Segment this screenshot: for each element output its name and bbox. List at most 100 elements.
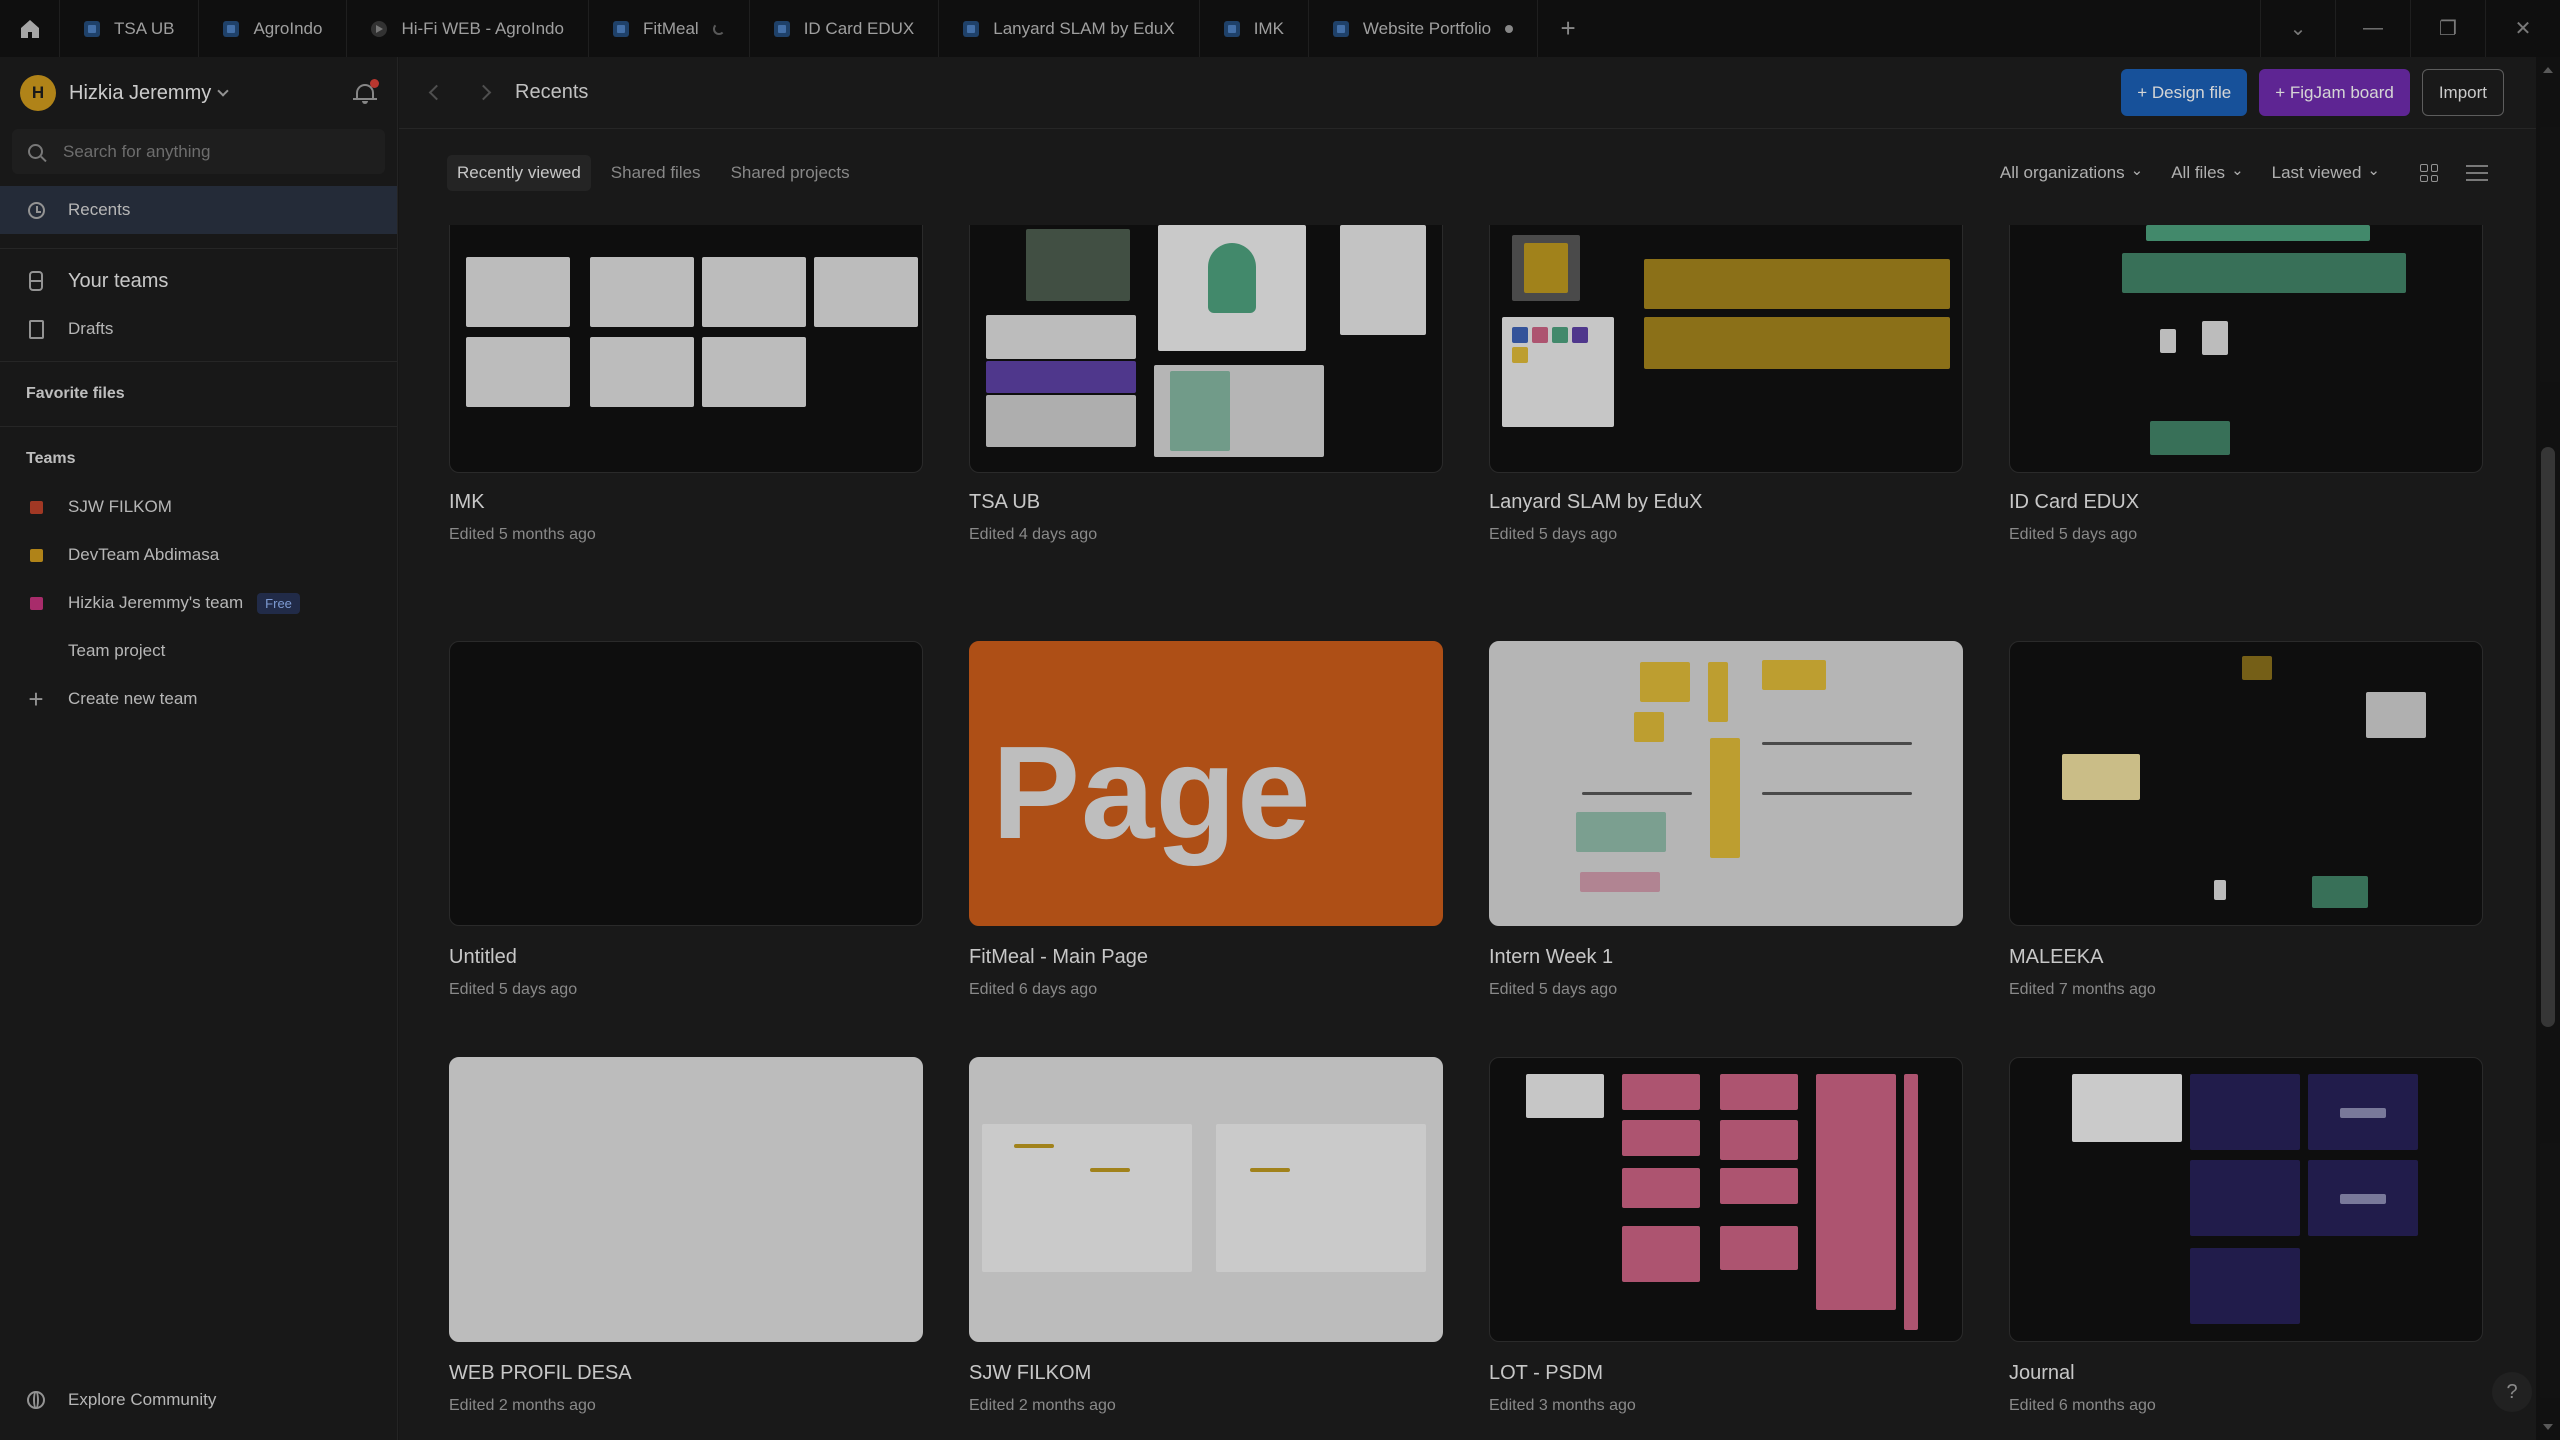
sidebar-item-team-project[interactable]: Team project xyxy=(0,627,397,675)
file-card[interactable]: Lanyard SLAM by EduX Edited 5 days ago xyxy=(1489,225,1963,641)
sort-dropdown[interactable]: Last viewed xyxy=(2272,163,2380,183)
file-edited-time: Edited 2 months ago xyxy=(449,1397,596,1414)
file-card[interactable]: SJW FILKOM Edited 2 months ago xyxy=(969,1057,1443,1440)
file-edited-time: Edited 7 months ago xyxy=(2009,981,2156,998)
sidebar-item-label: Your teams xyxy=(68,269,169,292)
file-card[interactable]: Intern Week 1 Edited 5 days ago xyxy=(1489,641,1963,1057)
tab-fitmeal[interactable]: FitMeal xyxy=(589,0,750,57)
sidebar-item-team-devteam-abdimasa[interactable]: DevTeam Abdimasa xyxy=(0,531,397,579)
file-card[interactable]: TSA UB Edited 4 days ago xyxy=(969,225,1443,641)
file-card[interactable]: IMK Edited 5 months ago xyxy=(449,225,923,641)
home-button[interactable] xyxy=(0,0,60,57)
filter-bar: Recently viewed Shared files Shared proj… xyxy=(399,129,2536,217)
globe-icon xyxy=(27,1391,45,1409)
file-title: MALEEKA xyxy=(2009,946,2104,968)
question-mark-icon: ? xyxy=(2506,1380,2518,1403)
minimize-button[interactable]: — xyxy=(2335,0,2410,57)
sidebar-item-label: Hizkia Jeremmy's team xyxy=(68,593,244,612)
sidebar-item-drafts[interactable]: Drafts xyxy=(0,305,397,353)
tab-list-dropdown[interactable]: ⌄ xyxy=(2260,0,2335,57)
tab-imk[interactable]: IMK xyxy=(1200,0,1309,57)
tab-recently-viewed[interactable]: Recently viewed xyxy=(447,155,591,191)
plus-icon: + xyxy=(28,684,44,714)
organizations-dropdown[interactable]: All organizations xyxy=(2000,163,2143,183)
file-card[interactable]: Untitled Edited 5 days ago xyxy=(449,641,923,1057)
file-title: Untitled xyxy=(449,946,517,968)
explore-community-link[interactable]: Explore Community xyxy=(0,1376,397,1424)
tab-label: IMK xyxy=(1253,18,1284,38)
team-color-swatch xyxy=(29,596,43,610)
file-title: SJW FILKOM xyxy=(969,1362,1092,1384)
sidebar-item-team-sjw-filkom[interactable]: SJW FILKOM xyxy=(0,483,397,531)
scrollbar[interactable] xyxy=(2536,57,2560,1440)
unsaved-dot-icon xyxy=(1505,24,1514,33)
restore-button[interactable]: ❐ xyxy=(2410,0,2485,57)
file-card[interactable]: ID Card EDUX Edited 5 days ago xyxy=(2009,225,2483,641)
favorite-files-heading[interactable]: Favorite files xyxy=(0,370,397,418)
tab-shared-files[interactable]: Shared files xyxy=(601,155,711,191)
back-arrow-icon[interactable] xyxy=(428,84,445,101)
files-filter-dropdown[interactable]: All files xyxy=(2171,163,2243,183)
new-tab-button[interactable]: + xyxy=(1538,0,1598,57)
file-title: ID Card EDUX xyxy=(2009,491,2140,513)
teams-heading: Teams xyxy=(26,450,76,467)
design-file-icon xyxy=(1332,20,1349,37)
tab-shared-projects[interactable]: Shared projects xyxy=(721,155,860,191)
scroll-up-arrow-icon[interactable] xyxy=(2543,67,2553,73)
file-title: LOT - PSDM xyxy=(1489,1362,1604,1384)
new-design-file-button[interactable]: + Design file xyxy=(2121,69,2248,116)
tab-hifi-web-agroindo[interactable]: Hi-Fi WEB - AgroIndo xyxy=(347,0,589,57)
tab-label: Hi-Fi WEB - AgroIndo xyxy=(401,18,564,38)
file-card[interactable]: Journal Edited 6 months ago xyxy=(2009,1057,2483,1440)
search-input[interactable] xyxy=(63,141,363,162)
sidebar-item-label: Team project xyxy=(68,641,166,660)
tab-website-portfolio[interactable]: Website Portfolio xyxy=(1309,0,1539,57)
search-bar[interactable] xyxy=(12,129,385,174)
home-icon xyxy=(20,19,39,38)
file-title: Journal xyxy=(2009,1362,2075,1384)
file-thumbnail xyxy=(1489,641,1963,926)
tab-label: Website Portfolio xyxy=(1362,18,1492,38)
team-color-swatch xyxy=(29,500,43,514)
file-edited-time: Edited 5 days ago xyxy=(1489,981,1618,998)
tab-id-card-edux[interactable]: ID Card EDUX xyxy=(750,0,940,57)
file-edited-time: Edited 5 days ago xyxy=(1489,526,1618,543)
sidebar-item-recents[interactable]: Recents xyxy=(0,186,397,234)
file-thumbnail xyxy=(449,1057,923,1342)
forward-arrow-icon[interactable] xyxy=(475,84,492,101)
close-window-button[interactable]: ✕ xyxy=(2485,0,2560,57)
file-thumbnail xyxy=(449,225,923,473)
new-figjam-board-button[interactable]: + FigJam board xyxy=(2259,69,2410,116)
file-card[interactable]: WEB PROFIL DESA Edited 2 months ago xyxy=(449,1057,923,1440)
file-edited-time: Edited 4 days ago xyxy=(969,526,1098,543)
notification-bell-button[interactable] xyxy=(353,79,379,105)
list-view-icon[interactable] xyxy=(2466,165,2488,181)
file-thumbnail xyxy=(969,225,1443,473)
tab-label: ID Card EDUX xyxy=(803,18,915,38)
file-thumbnail xyxy=(1489,225,1963,473)
sidebar-item-team-hizkia[interactable]: Hizkia Jeremmy's team Free xyxy=(0,579,397,627)
file-title: FitMeal - Main Page xyxy=(969,946,1148,968)
tab-tsa-ub[interactable]: TSA UB xyxy=(60,0,200,57)
teams-icon xyxy=(29,271,43,291)
import-button[interactable]: Import xyxy=(2421,69,2504,116)
scroll-down-arrow-icon[interactable] xyxy=(2543,1424,2553,1430)
help-button[interactable]: ? xyxy=(2492,1372,2532,1412)
scrollbar-thumb[interactable] xyxy=(2541,447,2555,1027)
file-title: Lanyard SLAM by EduX xyxy=(1489,491,1703,513)
file-thumbnail xyxy=(969,1057,1443,1342)
tab-agroindo[interactable]: AgroIndo xyxy=(199,0,348,57)
create-new-team-button[interactable]: + Create new team xyxy=(0,675,397,723)
file-card[interactable]: MALEEKA Edited 7 months ago xyxy=(2009,641,2483,1057)
file-card[interactable]: LOT - PSDM Edited 3 months ago xyxy=(1489,1057,1963,1440)
grid-view-icon[interactable] xyxy=(2420,164,2438,182)
tab-lanyard-slam[interactable]: Lanyard SLAM by EduX xyxy=(939,0,1200,57)
sidebar-item-your-teams[interactable]: Your teams xyxy=(0,257,397,305)
file-card[interactable]: Page FitMeal - Main Page Edited 6 days a… xyxy=(969,641,1443,1057)
document-icon xyxy=(28,319,44,339)
file-title: WEB PROFIL DESA xyxy=(449,1362,632,1384)
file-thumbnail xyxy=(2009,641,2483,926)
file-title: Intern Week 1 xyxy=(1489,946,1614,968)
notification-badge xyxy=(370,79,379,88)
user-menu[interactable]: H Hizkia Jeremmy xyxy=(0,57,397,129)
